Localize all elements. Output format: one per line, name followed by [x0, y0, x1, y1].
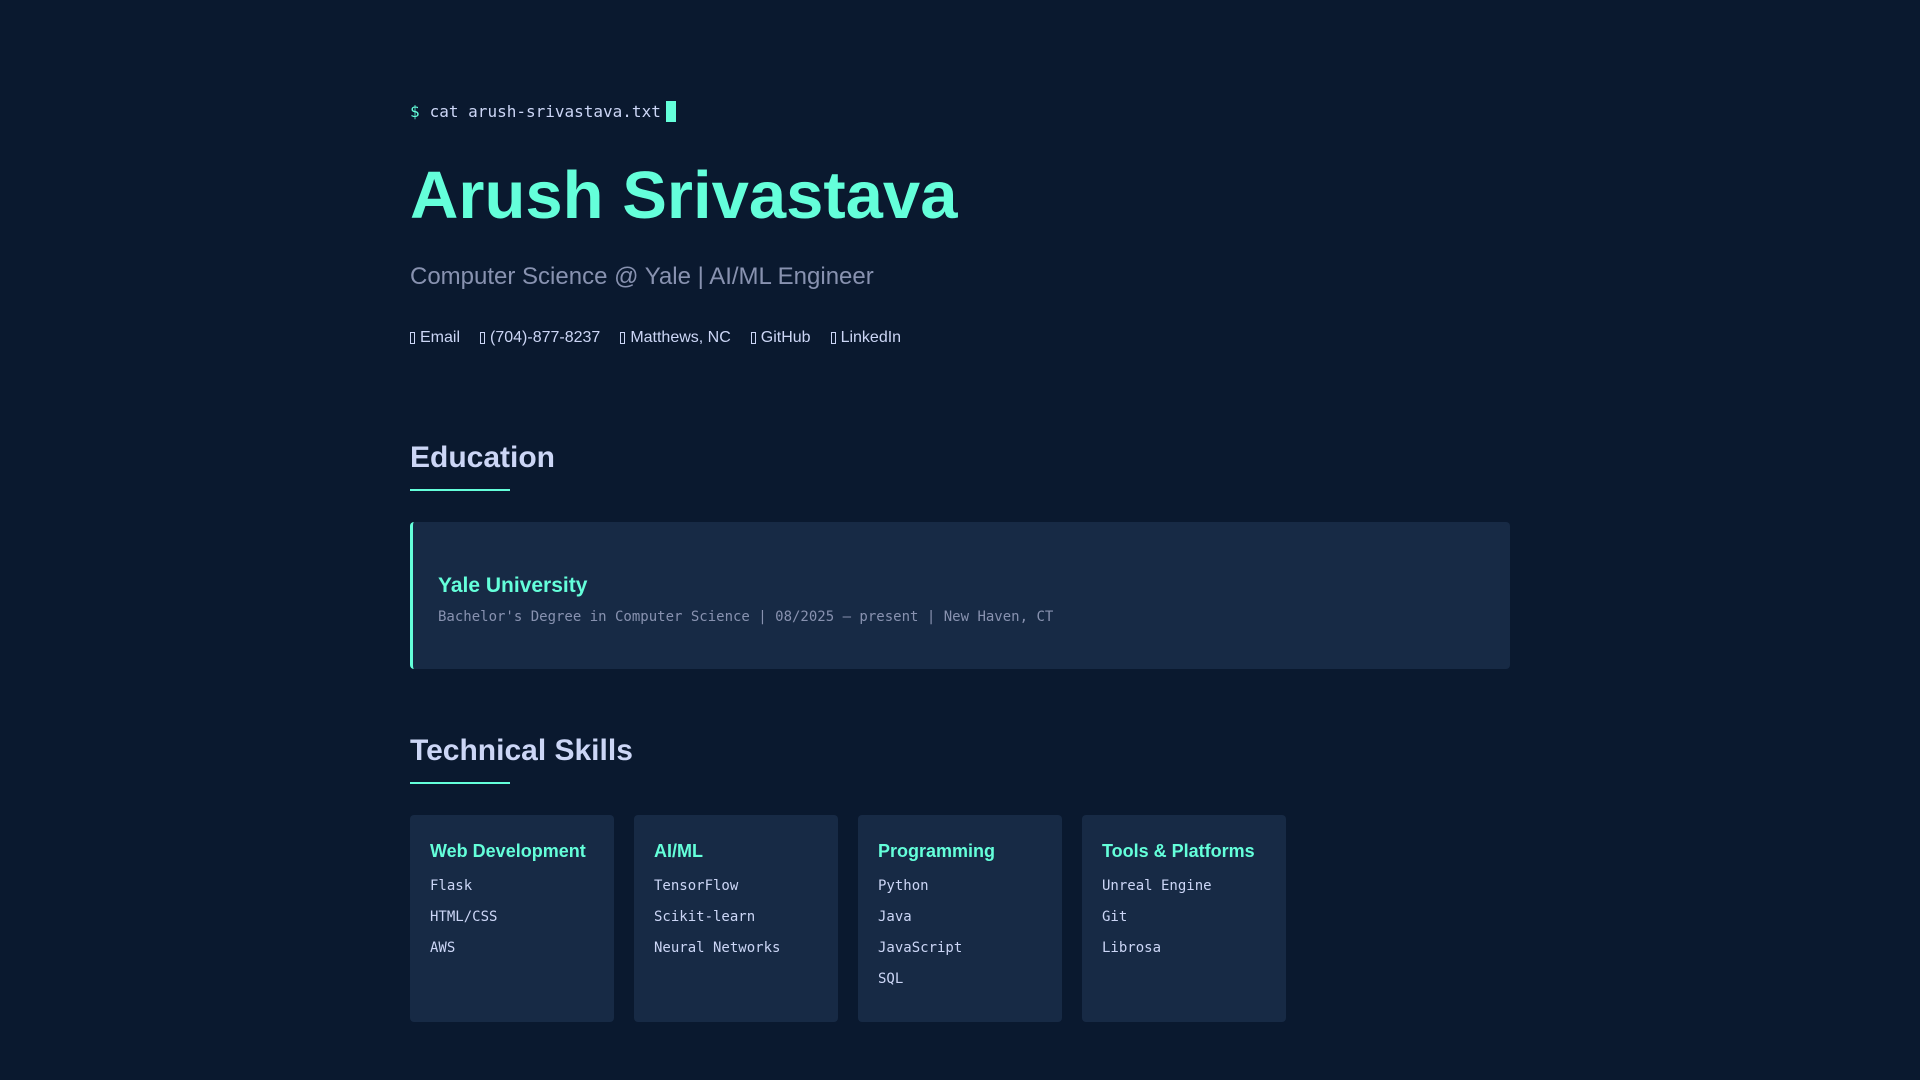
skill-item: AWS — [430, 940, 456, 956]
contact-linkedin-link[interactable]: LinkedIn — [830, 328, 902, 348]
skill-list: Flask HTML/CSS AWS — [430, 871, 594, 964]
skill-item: Flask — [430, 878, 473, 894]
contact-github-link[interactable]: GitHub — [750, 328, 811, 348]
skill-item: Git — [1102, 909, 1128, 925]
skill-item: HTML/CSS — [430, 909, 498, 925]
education-school: Yale University — [438, 574, 588, 597]
contact-label: LinkedIn — [840, 329, 902, 346]
skills-heading-underline — [410, 782, 510, 784]
terminal-command-line: $ cat arush-srivastava.txt — [410, 101, 676, 123]
linkedin-icon — [830, 332, 836, 344]
skill-item: Scikit-learn — [654, 909, 756, 925]
skill-item: Neural Networks — [654, 940, 781, 956]
skill-item: Java — [878, 909, 912, 925]
skill-item: SQL — [878, 971, 904, 987]
skills-heading: Technical Skills — [410, 734, 633, 767]
skills-grid: Web Development Flask HTML/CSS AWS AI/ML… — [410, 815, 1286, 1022]
page-title: Arush Srivastava — [410, 158, 958, 233]
education-heading-underline — [410, 489, 510, 491]
terminal-prompt: $ — [410, 102, 420, 121]
contact-label: Matthews, NC — [630, 329, 731, 346]
location-pin-icon — [620, 332, 626, 344]
skill-item: Librosa — [1102, 940, 1162, 956]
contact-label: (704)-877-8237 — [490, 329, 601, 346]
github-icon — [750, 332, 756, 344]
skill-card-tools-platforms: Tools & Platforms Unreal Engine Git Libr… — [1082, 815, 1286, 1022]
skill-item: JavaScript — [878, 940, 963, 956]
page-subtitle: Computer Science @ Yale | AI/ML Engineer — [410, 263, 874, 290]
skill-card-title: AI/ML — [654, 841, 703, 861]
contact-label: Email — [420, 329, 461, 346]
skill-list: Unreal Engine Git Librosa — [1102, 871, 1266, 964]
skill-item: TensorFlow — [654, 878, 739, 894]
contact-links: Email (704)-877-8237 Matthews, NC GitHub… — [410, 328, 901, 348]
skill-list: TensorFlow Scikit-learn Neural Networks — [654, 871, 818, 964]
skill-card-title: Programming — [878, 841, 996, 861]
skill-card-web-development: Web Development Flask HTML/CSS AWS — [410, 815, 614, 1022]
skill-item: Unreal Engine — [1102, 878, 1212, 894]
envelope-icon — [410, 332, 415, 344]
contact-label: GitHub — [760, 329, 811, 346]
skill-card-title: Tools & Platforms — [1102, 841, 1255, 861]
contact-email-link[interactable]: Email — [410, 328, 460, 348]
phone-icon — [480, 332, 486, 344]
skill-list: Python Java JavaScript SQL — [878, 871, 1042, 995]
skill-card-programming: Programming Python Java JavaScript SQL — [858, 815, 1062, 1022]
skill-card-ai-ml: AI/ML TensorFlow Scikit-learn Neural Net… — [634, 815, 838, 1022]
skill-card-title: Web Development — [430, 841, 586, 861]
education-card: Yale University Bachelor's Degree in Com… — [410, 522, 1510, 669]
skill-item: Python — [878, 878, 929, 894]
contact-location-link[interactable]: Matthews, NC — [620, 328, 731, 348]
terminal-cursor — [665, 101, 676, 122]
terminal-command: cat arush-srivastava.txt — [429, 102, 661, 121]
education-heading: Education — [410, 441, 556, 474]
contact-phone-link[interactable]: (704)-877-8237 — [480, 328, 600, 348]
education-details: Bachelor's Degree in Computer Science | … — [438, 609, 1054, 625]
